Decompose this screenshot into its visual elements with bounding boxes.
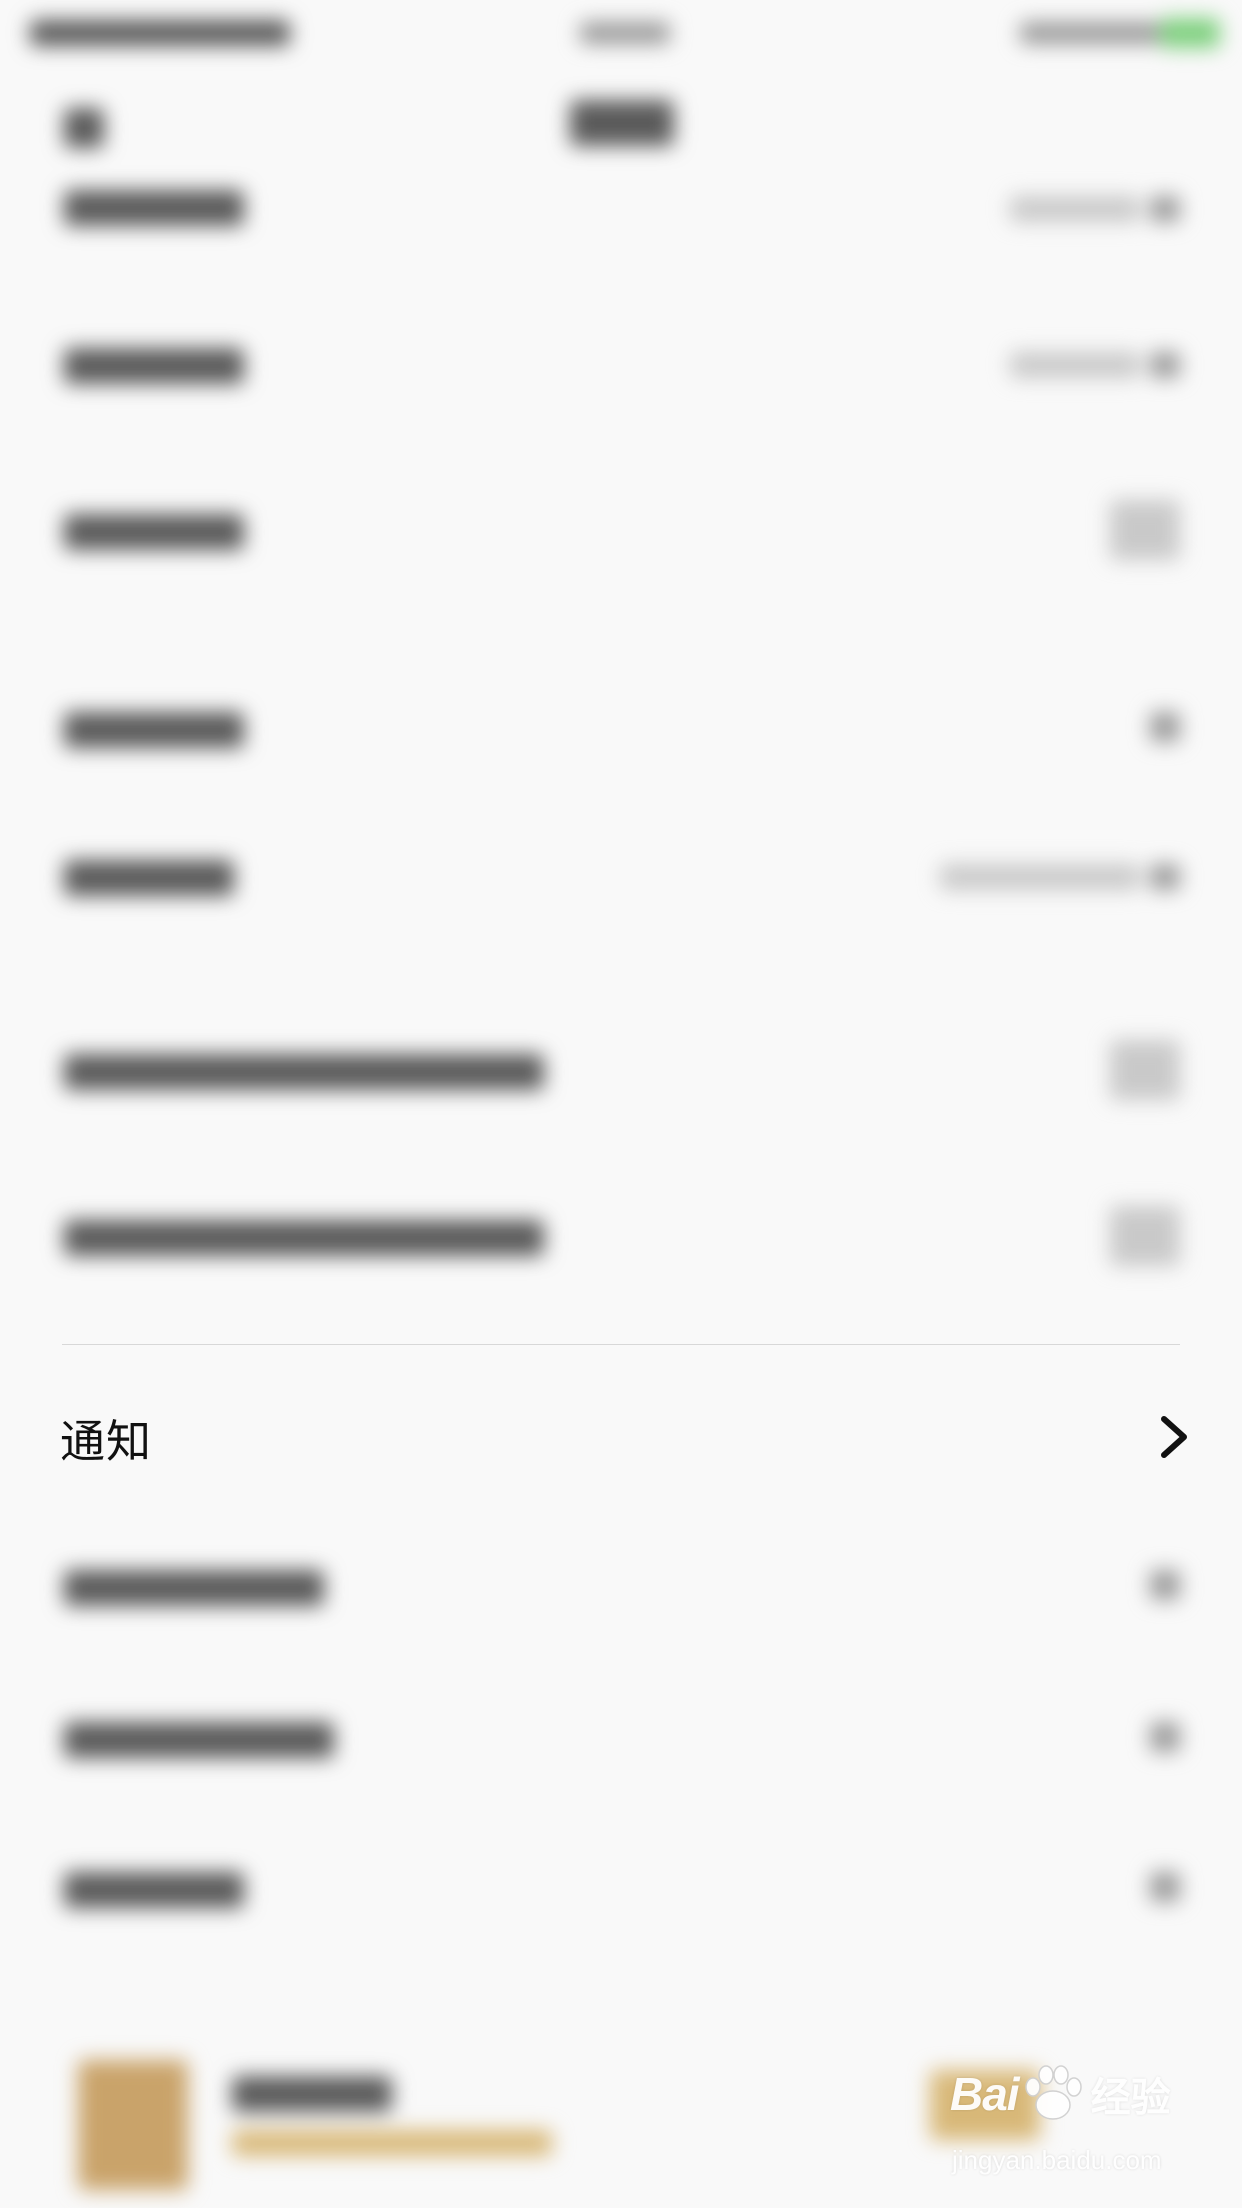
row-1-value-blur <box>1010 196 1140 222</box>
row-5-value-blur <box>940 864 1140 890</box>
row-7-switch-blur <box>1110 1206 1180 1266</box>
status-bar-time-blur <box>580 22 670 44</box>
row-3-label-blur <box>64 514 244 550</box>
promo-subtitle-blur <box>232 2130 552 2156</box>
row-11-label-blur <box>64 1872 244 1908</box>
watermark-brand: Bai <box>950 2068 1020 2120</box>
blurred-background <box>0 0 1242 2208</box>
row-6-switch-blur <box>1110 1040 1180 1100</box>
row-9-chevron-blur <box>1150 1570 1180 1600</box>
row-4-label-blur <box>64 712 244 748</box>
row-10-label-blur <box>64 1722 334 1758</box>
promo-title-blur <box>232 2076 392 2112</box>
settings-row-notification-label: 通知 <box>60 1414 153 1468</box>
status-bar-icons-blur <box>1020 22 1160 44</box>
battery-blur <box>1160 18 1220 48</box>
row-11-chevron-blur <box>1150 1872 1180 1902</box>
baidu-jingyan-watermark: Bai 经验 jingyan.baidu.com <box>950 2065 1190 2190</box>
row-7-label-blur <box>64 1220 544 1256</box>
row-4-chevron-blur <box>1150 712 1180 742</box>
status-bar-carrier-blur <box>30 20 290 46</box>
row-1-label-blur <box>64 190 244 226</box>
row-5-label-blur <box>64 860 234 896</box>
row-3-switch-blur <box>1110 500 1180 560</box>
watermark-url: jingyan.baidu.com <box>952 2145 1162 2175</box>
nav-title-blur <box>570 100 674 146</box>
row-5-chevron-blur <box>1150 864 1180 890</box>
row-9-label-blur <box>64 1570 324 1606</box>
row-2-chevron-blur <box>1150 352 1180 378</box>
row-6-label-blur <box>64 1054 544 1090</box>
row-2-label-blur <box>64 348 244 384</box>
row-1-chevron-blur <box>1150 196 1180 222</box>
paw-icon <box>1024 2065 1082 2120</box>
row-divider-top <box>62 1344 1180 1345</box>
promo-thumbnail-blur <box>78 2060 188 2190</box>
settings-row-notification[interactable]: 通知 <box>0 1380 1242 1494</box>
back-button-blur <box>64 108 104 148</box>
chevron-right-icon <box>1161 1416 1187 1458</box>
watermark-brand-cn: 经验 <box>1090 2076 1171 2120</box>
row-10-chevron-blur <box>1150 1722 1180 1752</box>
row-2-value-blur <box>1010 352 1140 378</box>
